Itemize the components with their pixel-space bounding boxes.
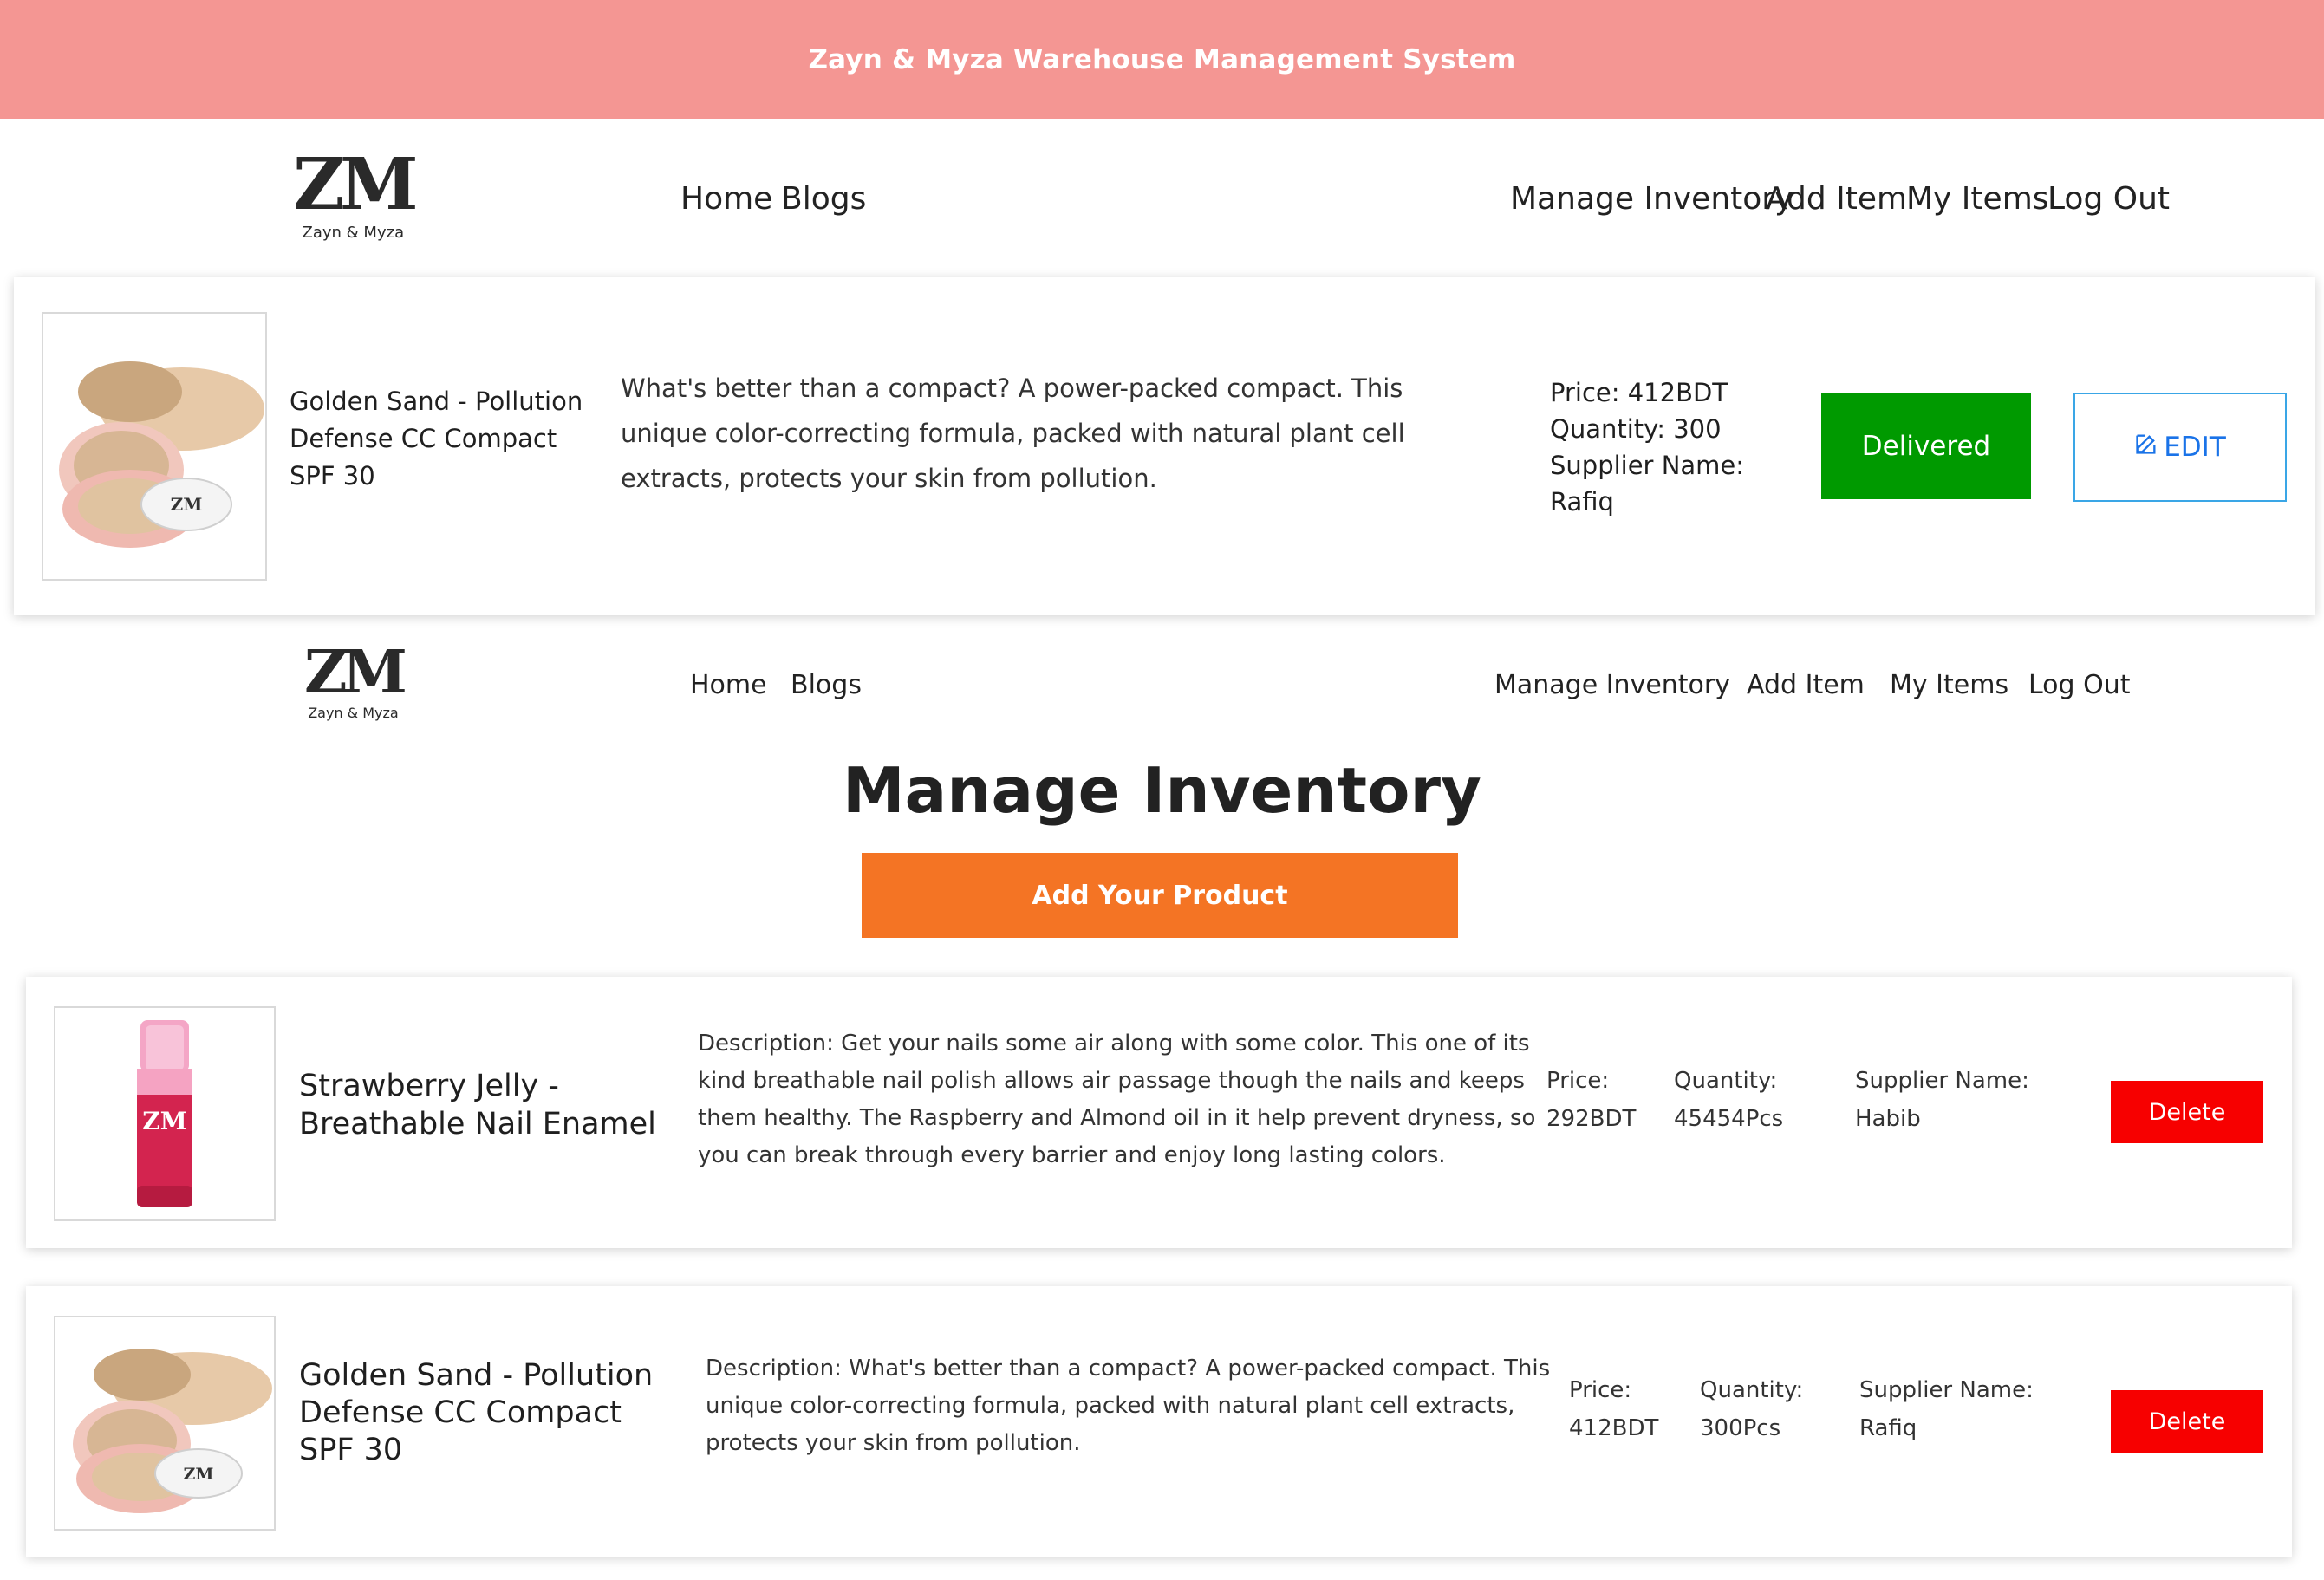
inventory-row: ZM Golden Sand - Pollution Defense CC Co… [26,1286,2292,1557]
svg-text:ZM: ZM [142,1107,186,1135]
edit-button[interactable]: EDIT [2073,393,2287,502]
nav-log-out[interactable]: Log Out [2047,181,2170,217]
nav-home[interactable]: Home [680,181,772,217]
item-description: Description: What's better than a compac… [706,1356,1551,1456]
logo-name: Zayn & Myza [302,224,405,242]
price-value: 412BDT [1569,1415,1659,1441]
delete-button[interactable]: Delete [2111,1081,2263,1143]
supplier-value: Habib [1855,1106,1921,1132]
nav-blogs[interactable]: Blogs [781,181,866,217]
inventory-row: ZM Strawberry Jelly - Breathable Nail En… [26,977,2292,1248]
item-name: Strawberry Jelly - Breathable Nail Ename… [299,1069,656,1141]
item-description: What's better than a compact? A power-pa… [621,374,1405,493]
product-image: ZM [54,1006,276,1221]
supplier-field: Supplier Name: Habib [1855,1062,2029,1138]
logo-name-2: Zayn & Myza [308,705,399,721]
item-supplier: Supplier Name: Rafiq [1550,451,1745,517]
product-image: ZM [54,1316,276,1531]
item-description: Description: Get your nails some air alo… [698,1031,1536,1168]
delivered-button[interactable]: Delivered [1821,393,2031,499]
supplier-field: Supplier Name: Rafiq [1859,1371,2034,1447]
price-field: Price: 412BDT [1569,1371,1658,1447]
nav-my-items[interactable]: My Items [1906,181,2049,217]
item-name: Golden Sand - Pollution Defense CC Compa… [290,387,583,491]
quantity-label: Quantity: [1674,1068,1778,1094]
item-price: Price: 412BDT [1550,378,1728,407]
quantity-label: Quantity: [1700,1377,1804,1403]
nav2-blogs[interactable]: Blogs [791,670,862,700]
brand-logo-2[interactable]: ZM Zayn & Myza [304,638,407,721]
quantity-field: Quantity: 45454Pcs [1674,1062,1783,1138]
item-name: Golden Sand - Pollution Defense CC Compa… [299,1358,654,1467]
nav2-manage-inventory[interactable]: Manage Inventory [1494,670,1730,700]
add-product-button[interactable]: Add Your Product [862,853,1458,938]
brand-logo[interactable]: ZM Zayn & Myza [293,143,419,242]
price-value: 292BDT [1546,1106,1637,1132]
logo-mark-2: ZM [304,638,407,707]
nav2-log-out[interactable]: Log Out [2028,670,2131,700]
price-field: Price: 292BDT [1546,1062,1636,1138]
nav2-home[interactable]: Home [690,670,767,700]
top-banner: Zayn & Myza Warehouse Management System [0,0,2324,119]
nav2-add-item[interactable]: Add Item [1747,670,1865,700]
nav-add-item[interactable]: Add Item [1766,181,1907,217]
delete-button[interactable]: Delete [2111,1390,2263,1453]
svg-text:ZM: ZM [184,1465,214,1484]
page-title: Manage Inventory [843,754,1481,827]
nav2-my-items[interactable]: My Items [1890,670,2008,700]
supplier-label: Supplier Name: [1859,1377,2034,1403]
price-label: Price: [1569,1377,1632,1403]
quantity-field: Quantity: 300Pcs [1700,1371,1803,1447]
edit-label: EDIT [2164,432,2226,463]
quantity-value: 300Pcs [1700,1415,1781,1441]
nav-manage-inventory[interactable]: Manage Inventory [1510,181,1793,217]
svg-text:ZM: ZM [171,494,203,515]
product-image: ZM [42,312,267,581]
item-quantity: Quantity: 300 [1550,414,1722,444]
edit-icon [2134,432,2158,463]
supplier-label: Supplier Name: [1855,1068,2029,1094]
item-detail-card: ZM Golden Sand - Pollution Defense CC Co… [14,277,2315,615]
logo-mark: ZM [293,143,419,226]
quantity-value: 45454Pcs [1674,1106,1784,1132]
banner-title: Zayn & Myza Warehouse Management System [808,43,1516,75]
supplier-value: Rafiq [1859,1415,1917,1441]
price-label: Price: [1546,1068,1610,1094]
